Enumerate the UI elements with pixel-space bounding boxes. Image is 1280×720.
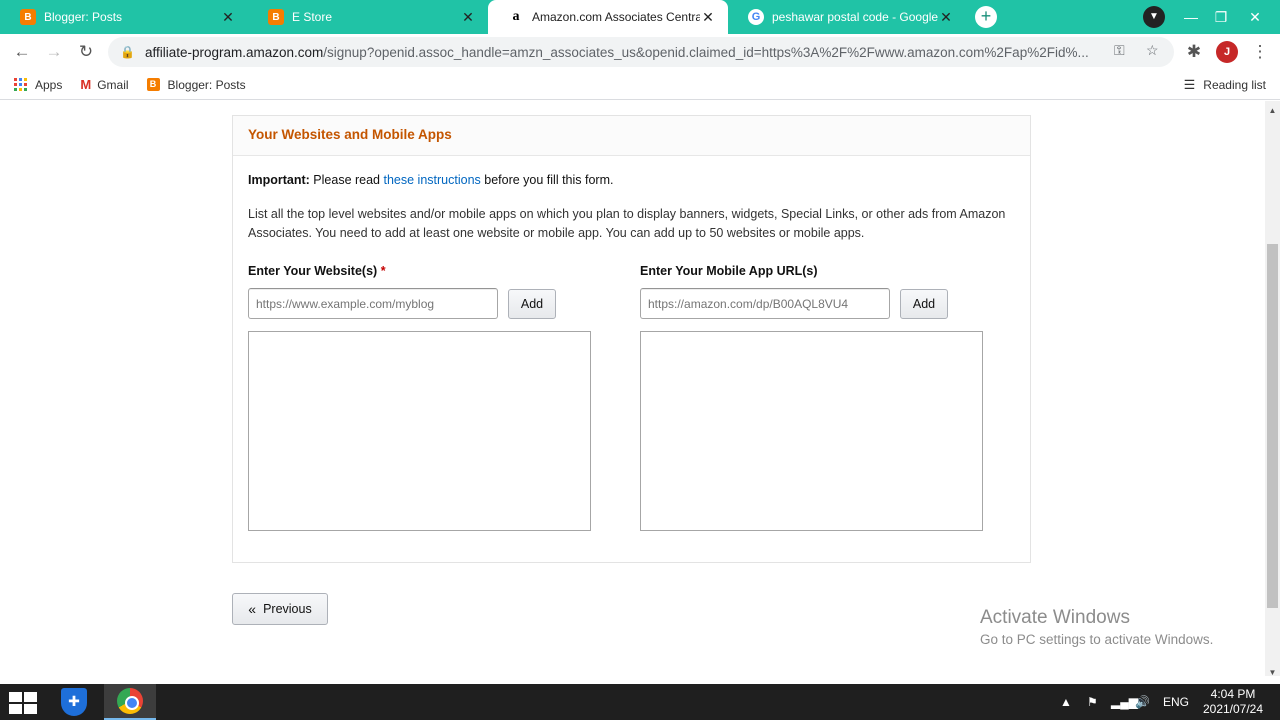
close-icon[interactable]: ✕ <box>460 9 476 26</box>
amazon-icon: a <box>508 9 524 25</box>
bookmark-gmail[interactable]: M Gmail <box>80 77 128 92</box>
network-icon[interactable]: ▂▄▆ <box>1111 684 1138 720</box>
panel-header: Your Websites and Mobile Apps <box>233 116 1030 156</box>
required-mark: * <box>380 264 386 278</box>
language-indicator[interactable]: ENG <box>1163 684 1189 720</box>
bookmark-star-icon[interactable]: ☆ <box>1146 42 1159 59</box>
tab-amazon-associates[interactable]: a Amazon.com Associates Central ✕ <box>488 0 728 34</box>
tray-chevron-icon[interactable]: ▲ <box>1060 684 1072 720</box>
page-content: Your Websites and Mobile Apps Important:… <box>0 101 1265 676</box>
tab-e-store[interactable]: B E Store ✕ <box>248 0 488 34</box>
key-icon[interactable]: ⚿ <box>1114 42 1125 59</box>
close-icon[interactable]: ✕ <box>220 9 236 26</box>
apps-label-text: Enter Your Mobile App URL(s) <box>640 264 818 278</box>
websites-apps-panel: Your Websites and Mobile Apps Important:… <box>232 115 1031 563</box>
browser-toolbar: ← → ↻ 🔒 affiliate-program.amazon.com/sig… <box>0 34 1280 70</box>
avatar[interactable]: J <box>1216 41 1238 63</box>
new-tab-button[interactable]: + <box>975 6 997 28</box>
websites-list[interactable] <box>248 331 591 531</box>
taskbar-clock[interactable]: 4:04 PM 2021/07/24 <box>1195 687 1271 717</box>
important-notice: Important: Please read these instruction… <box>248 173 613 187</box>
reload-icon[interactable]: ↻ <box>74 40 98 64</box>
taskbar-chrome-app[interactable] <box>104 684 156 720</box>
important-label: Important: <box>248 173 310 187</box>
watermark-title: Activate Windows <box>980 607 1130 628</box>
instructions-link[interactable]: these instructions <box>384 173 481 187</box>
blogger-icon: B <box>146 78 160 91</box>
google-icon: G <box>748 9 764 25</box>
tab-search-icon[interactable]: ▼ <box>1143 6 1165 28</box>
add-mobile-app-button[interactable]: Add <box>900 289 948 319</box>
url-text[interactable]: affiliate-program.amazon.com/signup?open… <box>145 45 1105 60</box>
taskbar: ✚ ▲ ⚑ ▂▄▆ 🔊 ENG 4:04 PM 2021/07/24 <box>0 684 1280 720</box>
previous-label: Previous <box>263 602 312 616</box>
tab-title: E Store <box>292 10 333 24</box>
clock-date: 2021/07/24 <box>1202 702 1264 716</box>
apps-label: Enter Your Mobile App URL(s) <box>640 264 818 278</box>
url-host: affiliate-program.amazon.com <box>144 44 324 60</box>
scroll-thumb[interactable] <box>1267 244 1278 608</box>
tab-strip: B Blogger: Posts ✕ B E Store ✕ a Amazon.… <box>0 0 1280 34</box>
bookmark-label: Blogger: Posts <box>167 77 246 92</box>
volume-icon[interactable]: 🔊 <box>1135 684 1150 720</box>
watermark-subtitle: Go to PC settings to activate Windows. <box>980 632 1214 647</box>
bookmarks-bar: Apps M Gmail B Blogger: Posts ☰ Reading … <box>0 70 1280 100</box>
tab-title: Amazon.com Associates Central <box>532 10 700 24</box>
taskbar-security-app[interactable]: ✚ <box>48 684 100 720</box>
websites-label: Enter Your Website(s) * <box>248 264 386 278</box>
tab-title: Blogger: Posts <box>44 10 123 24</box>
reading-list-icon: ☰ <box>1183 77 1196 92</box>
page-scrollbar[interactable]: ▲ ▼ <box>1265 101 1280 677</box>
bookmark-blogger-posts[interactable]: B Blogger: Posts <box>146 77 246 92</box>
status-strip <box>0 676 1280 684</box>
tab-title: peshawar postal code - Google S <box>772 10 938 24</box>
important-text: Please read <box>313 173 381 187</box>
double-chevron-left-icon: « <box>248 601 256 617</box>
reading-list-label: Reading list <box>1203 78 1266 92</box>
blogger-icon: B <box>20 9 36 25</box>
section-title: Your Websites and Mobile Apps <box>248 127 452 142</box>
activate-windows-watermark: Activate Windows Go to PC settings to ac… <box>980 607 1213 647</box>
url-path: /signup?openid.assoc_handle=amzn_associa… <box>323 44 1089 60</box>
description-text: List all the top level websites and/or m… <box>248 207 1006 240</box>
menu-icon[interactable]: ⋮ <box>1248 40 1272 64</box>
add-website-button[interactable]: Add <box>508 289 556 319</box>
close-icon[interactable]: ✕ <box>938 9 954 26</box>
windows-start-icon[interactable] <box>9 692 37 714</box>
mobile-app-url-input[interactable] <box>640 288 890 319</box>
lock-icon[interactable]: 🔒 <box>120 45 135 59</box>
websites-label-text: Enter Your Website(s) <box>248 264 378 278</box>
clock-time: 4:04 PM <box>1210 687 1256 701</box>
scroll-up-icon[interactable]: ▲ <box>1265 103 1280 118</box>
window-close-icon[interactable]: ✕ <box>1238 0 1272 34</box>
previous-button[interactable]: « Previous <box>232 593 328 625</box>
close-icon[interactable]: ✕ <box>700 9 716 26</box>
website-url-input[interactable] <box>248 288 498 319</box>
important-text-end: before you fill this form. <box>484 173 614 187</box>
blogger-icon: B <box>268 9 284 25</box>
tab-blogger-posts[interactable]: B Blogger: Posts ✕ <box>0 0 248 34</box>
flag-icon[interactable]: ⚑ <box>1087 684 1098 720</box>
reading-list-button[interactable]: ☰ Reading list <box>1184 70 1266 100</box>
bookmark-label: Apps <box>35 77 63 92</box>
restore-icon[interactable]: ❐ <box>1204 0 1238 34</box>
chrome-icon <box>117 688 143 714</box>
apps-grid-icon <box>14 78 27 91</box>
minimize-icon[interactable]: — <box>1174 0 1208 34</box>
shield-icon: ✚ <box>61 688 87 716</box>
address-bar[interactable]: 🔒 affiliate-program.amazon.com/signup?op… <box>108 37 1174 67</box>
bookmark-label: Gmail <box>97 77 129 92</box>
bookmark-apps[interactable]: Apps <box>14 78 62 92</box>
extensions-icon[interactable]: ✱ <box>1182 40 1206 64</box>
mobile-apps-list[interactable] <box>640 331 983 531</box>
gmail-icon: M <box>80 77 92 92</box>
tab-google-search[interactable]: G peshawar postal code - Google S ✕ <box>728 0 966 34</box>
back-icon[interactable]: ← <box>10 40 34 64</box>
forward-icon[interactable]: → <box>42 40 66 64</box>
